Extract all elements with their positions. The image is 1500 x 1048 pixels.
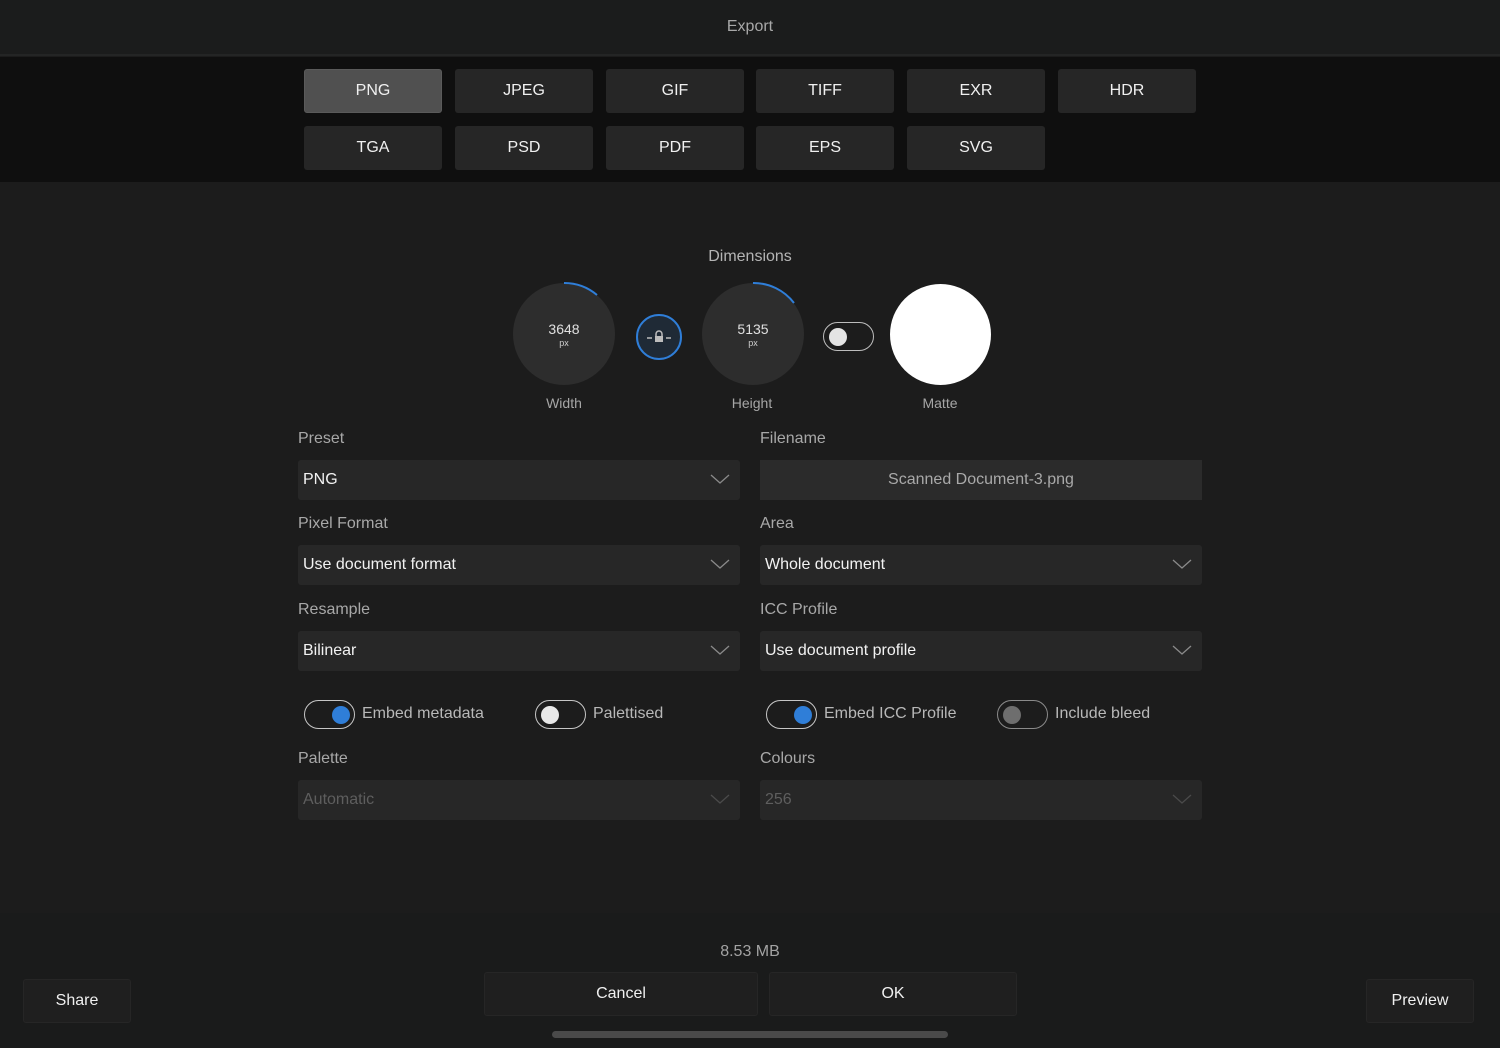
area-select[interactable]: Whole document (760, 545, 1202, 585)
share-button[interactable]: Share (23, 979, 131, 1023)
embed-icc-profile-label: Embed ICC Profile (824, 705, 957, 722)
matte-label: Matte (922, 395, 958, 411)
toggle-knob (829, 327, 847, 346)
home-indicator (552, 1031, 948, 1038)
preset-select[interactable]: PNG (298, 460, 740, 500)
pixel-format-select[interactable]: Use document format (298, 545, 740, 585)
icc-profile-select[interactable]: Use document profile (760, 631, 1202, 671)
chevron-down-icon (1172, 794, 1192, 804)
toggle-knob (541, 705, 559, 724)
palette-select: Automatic (298, 780, 740, 820)
include-bleed-label: Include bleed (1055, 705, 1151, 722)
format-button-pdf[interactable]: PDF (606, 126, 744, 170)
icc-profile-label: ICC Profile (760, 601, 838, 618)
area-value: Whole document (765, 556, 886, 573)
format-button-psd[interactable]: PSD (455, 126, 593, 170)
format-button-png[interactable]: PNG (304, 69, 442, 113)
chevron-down-icon (1172, 559, 1192, 569)
width-dial-arc (563, 281, 598, 296)
preset-label: Preset (298, 430, 345, 447)
estimated-file-size: 8.53 MB (720, 943, 780, 960)
aspect-lock-button[interactable] (636, 314, 682, 360)
format-button-exr[interactable]: EXR (907, 69, 1045, 113)
toggle-knob (332, 705, 350, 724)
format-button-gif[interactable]: GIF (606, 69, 744, 113)
chevron-down-icon (710, 559, 730, 569)
format-button-tga[interactable]: TGA (304, 126, 442, 170)
palette-value: Automatic (303, 791, 375, 808)
matte-color-swatch[interactable] (890, 284, 991, 385)
include-bleed-toggle[interactable] (997, 700, 1048, 729)
matte-toggle[interactable] (823, 322, 874, 351)
resample-label: Resample (298, 601, 371, 618)
dimensions-heading: Dimensions (708, 248, 792, 265)
height-dial-arc (752, 281, 795, 304)
palettised-label: Palettised (593, 705, 664, 722)
chevron-down-icon (710, 474, 730, 484)
preset-value: PNG (303, 471, 338, 488)
format-selector: PNG JPEG GIF TIFF EXR HDR TGA PSD PDF EP… (0, 57, 1500, 182)
chevron-down-icon (710, 645, 730, 655)
chevron-down-icon (1172, 645, 1192, 655)
chevron-down-icon (710, 794, 730, 804)
resample-select[interactable]: Bilinear (298, 631, 740, 671)
height-label: Height (731, 395, 773, 411)
embed-icc-profile-toggle[interactable] (766, 700, 817, 729)
height-dial[interactable]: 5135 px (702, 281, 804, 385)
format-button-hdr[interactable]: HDR (1058, 69, 1196, 113)
toggle-knob (1003, 705, 1021, 724)
embed-metadata-label: Embed metadata (362, 705, 484, 722)
embed-metadata-toggle[interactable] (304, 700, 355, 729)
pixel-format-label: Pixel Format (298, 515, 388, 532)
colours-select: 256 (760, 780, 1202, 820)
colours-value: 256 (765, 791, 792, 808)
cancel-button[interactable]: Cancel (484, 972, 758, 1016)
ok-button[interactable]: OK (769, 972, 1017, 1016)
palettised-toggle[interactable] (535, 700, 586, 729)
filename-label: Filename (760, 430, 826, 447)
lock-icon (647, 330, 671, 342)
pixel-format-value: Use document format (303, 556, 456, 573)
colours-label: Colours (760, 750, 816, 767)
preview-button[interactable]: Preview (1366, 979, 1474, 1023)
filename-input[interactable]: Scanned Document-3.png (760, 460, 1202, 500)
palette-label: Palette (298, 750, 348, 767)
width-label: Width (546, 395, 582, 411)
toggle-knob (794, 705, 812, 724)
area-label: Area (760, 515, 794, 532)
export-settings: Dimensions 3648 px Width 5135 px Height … (0, 182, 1500, 913)
title-bar: Export (0, 0, 1500, 56)
dialog-title: Export (726, 18, 774, 35)
icc-profile-value: Use document profile (765, 642, 917, 659)
width-dial[interactable]: 3648 px (513, 281, 615, 385)
format-button-jpeg[interactable]: JPEG (455, 69, 593, 113)
format-button-svg[interactable]: SVG (907, 126, 1045, 170)
resample-value: Bilinear (303, 642, 357, 659)
footer: 8.53 MB Share Cancel OK Preview (0, 913, 1500, 1048)
format-button-tiff[interactable]: TIFF (756, 69, 894, 113)
format-button-eps[interactable]: EPS (756, 126, 894, 170)
